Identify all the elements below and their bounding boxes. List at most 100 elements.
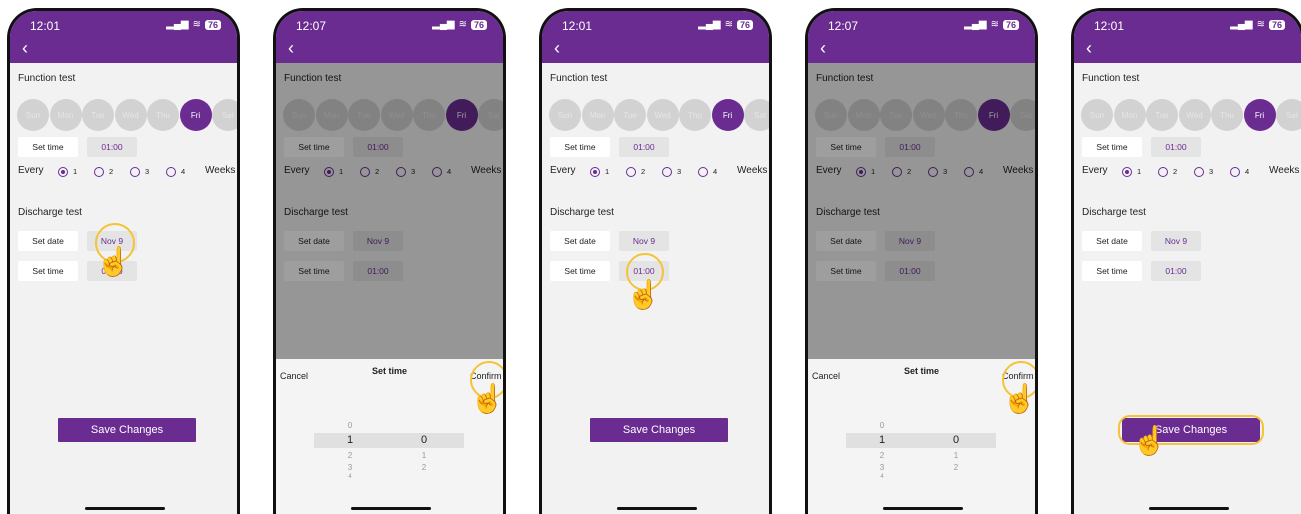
picker-hour-option[interactable]: 2 [340,451,360,460]
battery-badge: 76 [1268,19,1285,30]
signal-icon: ▂▄▆ [166,19,189,30]
picker-minute-option[interactable]: 2 [946,463,966,472]
picker-minute-selected[interactable]: 0 [946,434,966,446]
discharge-set-time-button[interactable]: Set time [550,261,610,281]
radio-option-3[interactable] [130,167,140,177]
picker-minute-option[interactable]: 1 [414,451,434,460]
discharge-date-value[interactable]: Nov 9 [619,231,669,251]
picker-hour-option[interactable]: 3 [340,463,360,472]
function-set-time-button[interactable]: Set time [550,137,610,157]
radio-option-3[interactable] [1194,167,1204,177]
day-fri[interactable]: Fri [711,99,744,131]
picker-hour-option[interactable]: 4 [872,474,892,480]
save-changes-button[interactable]: Save Changes [590,418,728,442]
function-time-value[interactable]: 01:00 [1151,137,1201,157]
back-chevron-icon[interactable]: ‹ [554,39,560,57]
time-picker-sheet: Cancel Set time Confirm 0 1 2 3 4 0 1 2 [276,359,503,514]
dim-overlay[interactable] [808,63,1035,359]
day-tue[interactable]: Tue [1146,99,1178,131]
day-sat[interactable]: Sat [744,99,769,131]
picker-hour-selected[interactable]: 1 [340,434,360,446]
back-chevron-icon[interactable]: ‹ [288,39,294,57]
back-chevron-icon[interactable]: ‹ [820,39,826,57]
battery-badge: 76 [1002,19,1019,30]
picker-hour-selected[interactable]: 1 [872,434,892,446]
pointer-hand-icon: ☝ [470,383,505,414]
function-test-label: Function test [1082,73,1140,84]
day-mon[interactable]: Mon [581,99,614,131]
radio-option-4[interactable] [698,167,708,177]
app-header: 12:07 ▂▄▆ ≋ 76 ‹ [276,11,503,63]
signal-icon: ▂▄▆ [432,19,455,30]
day-mon[interactable]: Mon [49,99,82,131]
function-test-label: Function test [18,73,76,84]
day-thu[interactable]: Thu [1211,99,1243,131]
picker-minute-selected[interactable]: 0 [414,434,434,446]
function-test-label: Function test [550,73,608,84]
discharge-set-time-button[interactable]: Set time [1082,261,1142,281]
radio-option-1[interactable] [1122,167,1132,177]
day-mon[interactable]: Mon [1113,99,1146,131]
day-thu[interactable]: Thu [147,99,179,131]
function-time-value[interactable]: 01:00 [87,137,137,157]
function-time-value[interactable]: 01:00 [619,137,669,157]
status-time: 12:01 [1094,19,1125,33]
picker-title: Set time [372,366,408,376]
day-sat[interactable]: Sat [1276,99,1301,131]
radio-option-2[interactable] [626,167,636,177]
day-fri[interactable]: Fri [1243,99,1276,131]
picker-title: Set time [904,366,940,376]
discharge-set-date-button[interactable]: Set date [18,231,78,251]
day-wed[interactable]: Wed [114,99,147,131]
radio-option-1[interactable] [58,167,68,177]
home-indicator [351,507,431,510]
radio-option-4[interactable] [1230,167,1240,177]
radio-option-2[interactable] [1158,167,1168,177]
day-wed[interactable]: Wed [646,99,679,131]
picker-minute-option[interactable]: 1 [946,451,966,460]
picker-cancel-button[interactable]: Cancel [280,371,308,381]
radio-option-2[interactable] [94,167,104,177]
day-sun[interactable]: Sun [1081,99,1113,131]
day-sat[interactable]: Sat [212,99,237,131]
wifi-icon: ≋ [990,19,999,30]
picker-hour-option[interactable]: 2 [872,451,892,460]
day-tue[interactable]: Tue [82,99,114,131]
day-thu[interactable]: Thu [679,99,711,131]
picker-cancel-button[interactable]: Cancel [812,371,840,381]
signal-icon: ▂▄▆ [964,19,987,30]
battery-badge: 76 [736,19,753,30]
pointer-hand-icon: ☝ [626,279,662,310]
dim-overlay[interactable] [276,63,503,359]
picker-hour-option[interactable]: 0 [872,421,892,430]
day-sun[interactable]: Sun [549,99,581,131]
home-indicator [883,507,963,510]
back-chevron-icon[interactable]: ‹ [22,39,28,57]
function-set-time-button[interactable]: Set time [1082,137,1142,157]
radio-option-4-label: 4 [713,167,718,176]
app-header: 12:01 ▂▄▆ ≋ 76 ‹ [10,11,237,63]
discharge-time-value[interactable]: 01:00 [1151,261,1201,281]
status-icons: ▂▄▆ ≋ 76 [1230,19,1285,30]
picker-hour-option[interactable]: 3 [872,463,892,472]
discharge-set-date-button[interactable]: Set date [550,231,610,251]
picker-hour-option[interactable]: 4 [340,474,360,480]
discharge-date-value[interactable]: Nov 9 [1151,231,1201,251]
picker-minute-option[interactable]: 2 [414,463,434,472]
weeks-label: Weeks [737,165,768,176]
day-tue[interactable]: Tue [614,99,646,131]
back-chevron-icon[interactable]: ‹ [1086,39,1092,57]
discharge-set-time-button[interactable]: Set time [18,261,78,281]
radio-option-3[interactable] [662,167,672,177]
radio-option-4[interactable] [166,167,176,177]
discharge-set-date-button[interactable]: Set date [1082,231,1142,251]
function-set-time-button[interactable]: Set time [18,137,78,157]
radio-option-1-label: 1 [605,167,610,176]
save-changes-button[interactable]: Save Changes [58,418,196,442]
day-sun[interactable]: Sun [17,99,49,131]
picker-hour-option[interactable]: 0 [340,421,360,430]
time-picker-sheet: Cancel Set time Confirm 0 1 2 3 4 0 1 2 [808,359,1035,514]
radio-option-1[interactable] [590,167,600,177]
day-wed[interactable]: Wed [1178,99,1211,131]
day-fri[interactable]: Fri [179,99,212,131]
